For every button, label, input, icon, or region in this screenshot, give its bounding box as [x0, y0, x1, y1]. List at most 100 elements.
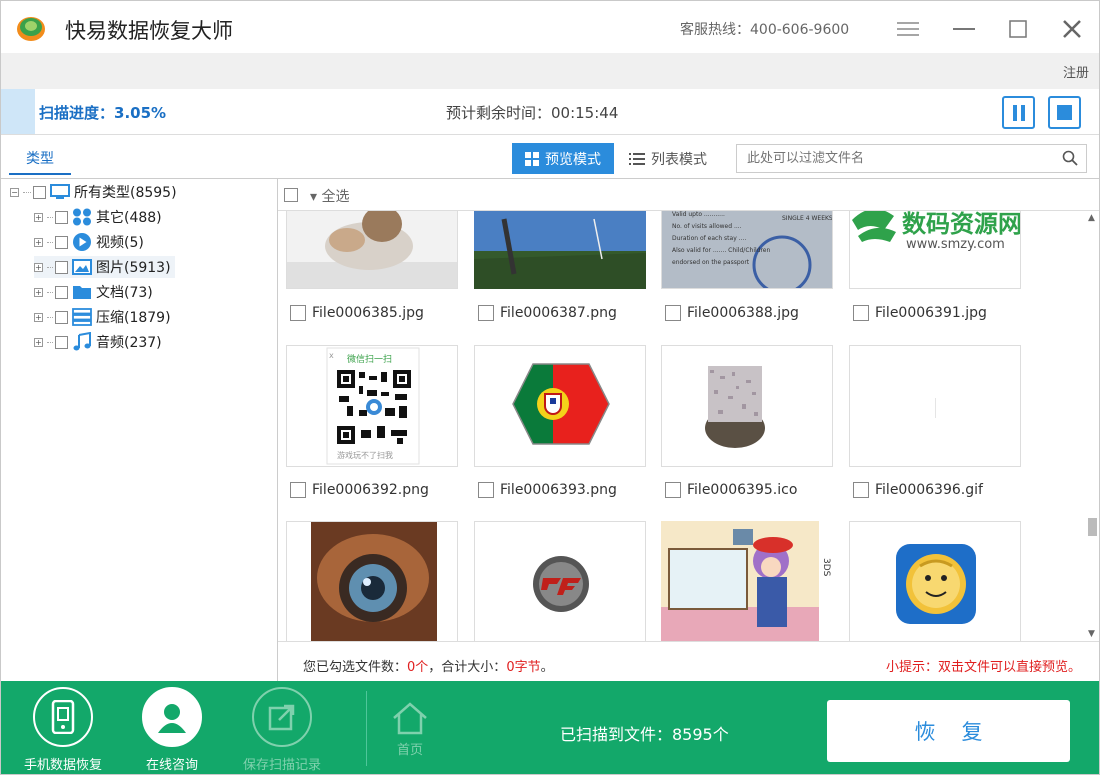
footer-bar: 手机数据恢复 在线咨询 保存扫描记录 首页 已扫描到文件：8595个 恢复	[1, 681, 1099, 774]
file-checkbox[interactable]	[478, 482, 494, 498]
expand-icon[interactable]: +	[34, 312, 43, 322]
tree-root-checkbox[interactable]	[33, 185, 46, 199]
save-record-button[interactable]: 保存扫描记录	[232, 687, 332, 774]
tree-item-checkbox[interactable]	[55, 285, 68, 299]
expand-icon[interactable]: +	[34, 212, 43, 222]
file-thumbnail[interactable]	[849, 521, 1021, 641]
tree-item-checkbox[interactable]	[55, 210, 68, 224]
expand-icon[interactable]: +	[34, 262, 43, 272]
file-name-row[interactable]: File0006393.png	[478, 482, 617, 498]
file-name-row[interactable]: File0006385.jpg	[290, 305, 424, 321]
select-all-checkbox[interactable]	[284, 188, 298, 202]
home-icon	[393, 702, 427, 735]
tree-root-label: 所有类型(8595)	[74, 185, 177, 201]
file-name-row[interactable]: File0006395.ico	[665, 482, 797, 498]
file-name: File0006393.png	[500, 482, 617, 498]
tree-item-video[interactable]: + 视频(5)	[34, 231, 144, 253]
tree-item-checkbox[interactable]	[55, 260, 68, 274]
pause-button[interactable]	[1002, 96, 1035, 129]
game-side-label: 3DS	[821, 558, 831, 577]
file-thumbnail[interactable]	[661, 345, 833, 467]
file-name-row[interactable]: File0006391.jpg	[853, 305, 987, 321]
file-checkbox[interactable]	[290, 482, 306, 498]
toolbar: 类型 预览模式 列表模式	[1, 135, 1099, 179]
grid-scrollbar[interactable]: ▲ ▼	[1084, 211, 1099, 641]
tree-item-checkbox[interactable]	[55, 335, 68, 349]
tree-connector	[23, 191, 31, 193]
thumbnail-image	[475, 346, 645, 466]
scroll-up-icon[interactable]: ▲	[1088, 213, 1095, 223]
file-thumbnail[interactable]	[286, 521, 458, 641]
file-checkbox[interactable]	[290, 305, 306, 321]
menu-icon[interactable]	[894, 15, 922, 43]
home-button[interactable]: 首页	[383, 701, 437, 758]
file-checkbox[interactable]	[478, 305, 494, 321]
thumbnail-image: 3DS	[661, 521, 833, 641]
tree-item-audio[interactable]: + 音频(237)	[34, 331, 162, 353]
tree-item-image[interactable]: + 图片(5913)	[34, 256, 175, 278]
file-grid: ▾ 全选 Valid upto ........... No. of visit…	[278, 179, 1099, 641]
file-checkbox[interactable]	[665, 305, 681, 321]
file-name: File0006396.gif	[875, 482, 983, 498]
maximize-icon[interactable]	[1004, 15, 1032, 43]
file-name-row[interactable]: File0006396.gif	[853, 482, 983, 498]
close-icon[interactable]	[1058, 15, 1086, 43]
tree-item-archive[interactable]: + 压缩(1879)	[34, 306, 171, 328]
scroll-thumb[interactable]	[1088, 517, 1097, 536]
file-thumbnail[interactable]	[474, 345, 646, 467]
file-name: File0006388.jpg	[687, 305, 799, 321]
collapse-icon[interactable]: −	[10, 187, 19, 197]
selection-info: 您已勾选文件数：0个，合计大小：0字节。	[303, 656, 554, 675]
file-name-row[interactable]: File0006387.png	[478, 305, 617, 321]
passport-text: Also valid for ....... Child/Children	[672, 247, 770, 254]
filter-input[interactable]	[747, 150, 1047, 165]
scan-progress-bar: 扫描进度：3.05% 预计剩余时间：00:15:44	[1, 89, 1099, 135]
search-icon[interactable]	[1062, 150, 1078, 166]
user-icon	[142, 687, 202, 747]
list-mode-button[interactable]: 列表模式	[629, 143, 719, 174]
register-bar: 注册	[1, 53, 1099, 89]
file-thumbnail[interactable]: 3DS	[661, 521, 833, 641]
tree-connector	[47, 291, 53, 293]
file-thumbnail[interactable]: x 微信扫一扫 游戏玩不了扫我	[286, 345, 458, 467]
preview-mode-button[interactable]: 预览模式	[512, 143, 614, 174]
file-checkbox[interactable]	[665, 482, 681, 498]
tree-item-other[interactable]: + 其它(488)	[34, 206, 162, 228]
footer-divider	[366, 691, 367, 766]
title-bar: 快易数据恢复大师 客服热线：400-606-9600	[1, 1, 1099, 55]
expand-icon[interactable]: +	[34, 337, 43, 347]
file-thumbnail[interactable]	[474, 521, 646, 641]
file-name-row[interactable]: File0006388.jpg	[665, 305, 799, 321]
online-consult-button[interactable]: 在线咨询	[122, 687, 222, 774]
file-name: File0006395.ico	[687, 482, 798, 498]
file-checkbox[interactable]	[853, 305, 869, 321]
tree-root[interactable]: − 所有类型(8595)	[10, 181, 177, 203]
tree-item-document[interactable]: + 文档(73)	[34, 281, 153, 303]
phone-recovery-button[interactable]: 手机数据恢复	[13, 687, 113, 774]
tree-item-label: 视频(5)	[96, 235, 144, 251]
play-icon	[72, 233, 92, 251]
expand-icon[interactable]: +	[34, 287, 43, 297]
file-thumbnail[interactable]	[849, 345, 1021, 467]
selected-count: 0个	[407, 660, 429, 675]
online-consult-label: 在线咨询	[145, 758, 198, 773]
qr-top-text: 微信扫一扫	[347, 353, 392, 365]
grid-view-icon	[525, 151, 539, 166]
expand-icon[interactable]: +	[34, 237, 43, 247]
home-label: 首页	[396, 743, 423, 758]
minimize-icon[interactable]	[950, 15, 978, 43]
tree-item-checkbox[interactable]	[55, 235, 68, 249]
register-link[interactable]: 注册	[1063, 62, 1089, 81]
select-all-label: 全选	[321, 189, 350, 205]
tab-type[interactable]: 类型	[9, 148, 71, 175]
scroll-down-icon[interactable]: ▼	[1088, 629, 1095, 639]
app-logo-icon	[17, 17, 45, 41]
file-name-row[interactable]: File0006392.png	[290, 482, 429, 498]
stop-button[interactable]	[1048, 96, 1081, 129]
file-checkbox[interactable]	[853, 482, 869, 498]
tree-item-checkbox[interactable]	[55, 310, 68, 324]
status-bar: 您已勾选文件数：0个，合计大小：0字节。 小提示：双击文件可以直接预览。	[278, 641, 1099, 681]
recover-button[interactable]: 恢复	[827, 700, 1070, 762]
filter-box	[736, 144, 1087, 173]
select-all-dropdown[interactable]: ▾ 全选	[310, 186, 349, 206]
